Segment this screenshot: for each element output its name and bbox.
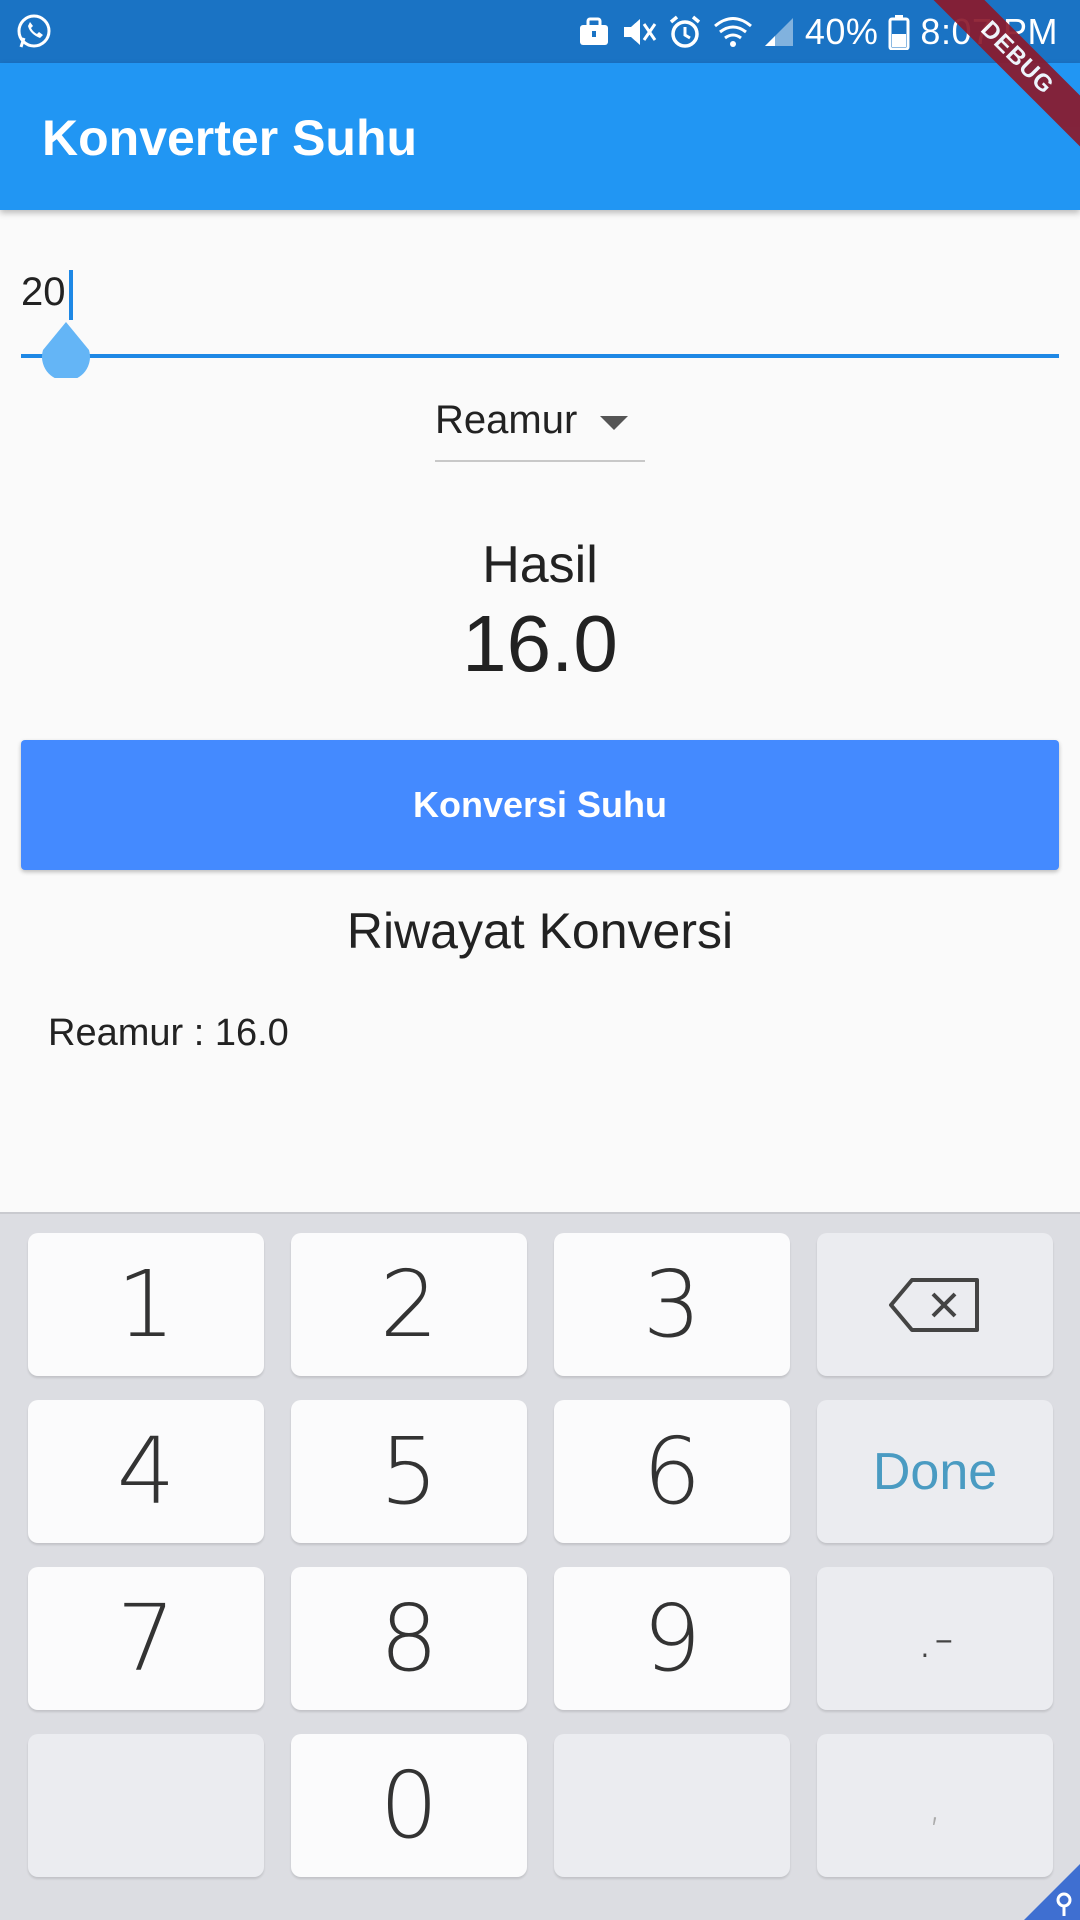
backspace-button[interactable]	[817, 1233, 1053, 1376]
status-bar: 40% 8:07 PM	[0, 0, 1080, 63]
keyboard-corner-icon[interactable]	[1024, 1864, 1080, 1920]
wifi-icon	[713, 15, 753, 49]
empty-key-left	[28, 1734, 264, 1877]
symbol-key-label: .-	[915, 1606, 954, 1671]
whatsapp-icon	[14, 12, 54, 52]
app-bar: Konverter Suhu	[0, 63, 1080, 210]
mute-icon	[621, 15, 657, 49]
unit-dropdown-value: Reamur	[435, 398, 578, 442]
key-6[interactable]: 6	[554, 1400, 790, 1543]
temperature-input[interactable]: 20	[21, 262, 1059, 378]
comma-key-label: ,	[928, 1780, 942, 1831]
battery-icon	[888, 14, 910, 50]
signal-icon	[763, 16, 795, 48]
key-2[interactable]: 2	[291, 1233, 527, 1376]
temperature-input-value[interactable]: 20	[21, 270, 66, 315]
empty-key-right	[554, 1734, 790, 1877]
unit-dropdown[interactable]: Reamur	[435, 386, 645, 462]
key-5[interactable]: 5	[291, 1400, 527, 1543]
key-7[interactable]: 7	[28, 1567, 264, 1710]
battery-percent: 40%	[804, 10, 879, 52]
chevron-down-icon	[600, 416, 628, 430]
page-title: Konverter Suhu	[42, 110, 418, 166]
done-button[interactable]: Done	[817, 1400, 1053, 1543]
convert-button[interactable]: Konversi Suhu	[21, 740, 1059, 870]
text-caret	[69, 270, 73, 320]
key-3[interactable]: 3	[554, 1233, 790, 1376]
text-selection-handle[interactable]	[37, 320, 95, 378]
symbol-key[interactable]: .-	[817, 1567, 1053, 1710]
key-9[interactable]: 9	[554, 1567, 790, 1710]
key-0[interactable]: 0	[291, 1734, 527, 1877]
comma-key[interactable]: ,	[817, 1734, 1053, 1877]
briefcase-icon	[577, 15, 611, 49]
result-label: Hasil	[482, 536, 598, 594]
history-title: Riwayat Konversi	[346, 903, 734, 959]
key-8[interactable]: 8	[291, 1567, 527, 1710]
numeric-keyboard: 1 2 3 4 5 6 Done 7 8 9 .- 0 ,	[0, 1212, 1080, 1920]
key-1[interactable]: 1	[28, 1233, 264, 1376]
done-label: Done	[872, 1442, 998, 1501]
backspace-icon	[889, 1277, 979, 1332]
input-underline	[21, 354, 1059, 358]
result-value: 16.0	[462, 599, 618, 688]
key-4[interactable]: 4	[28, 1400, 264, 1543]
alarm-icon	[667, 14, 703, 50]
list-item: Reamur : 16.0	[48, 1012, 289, 1054]
